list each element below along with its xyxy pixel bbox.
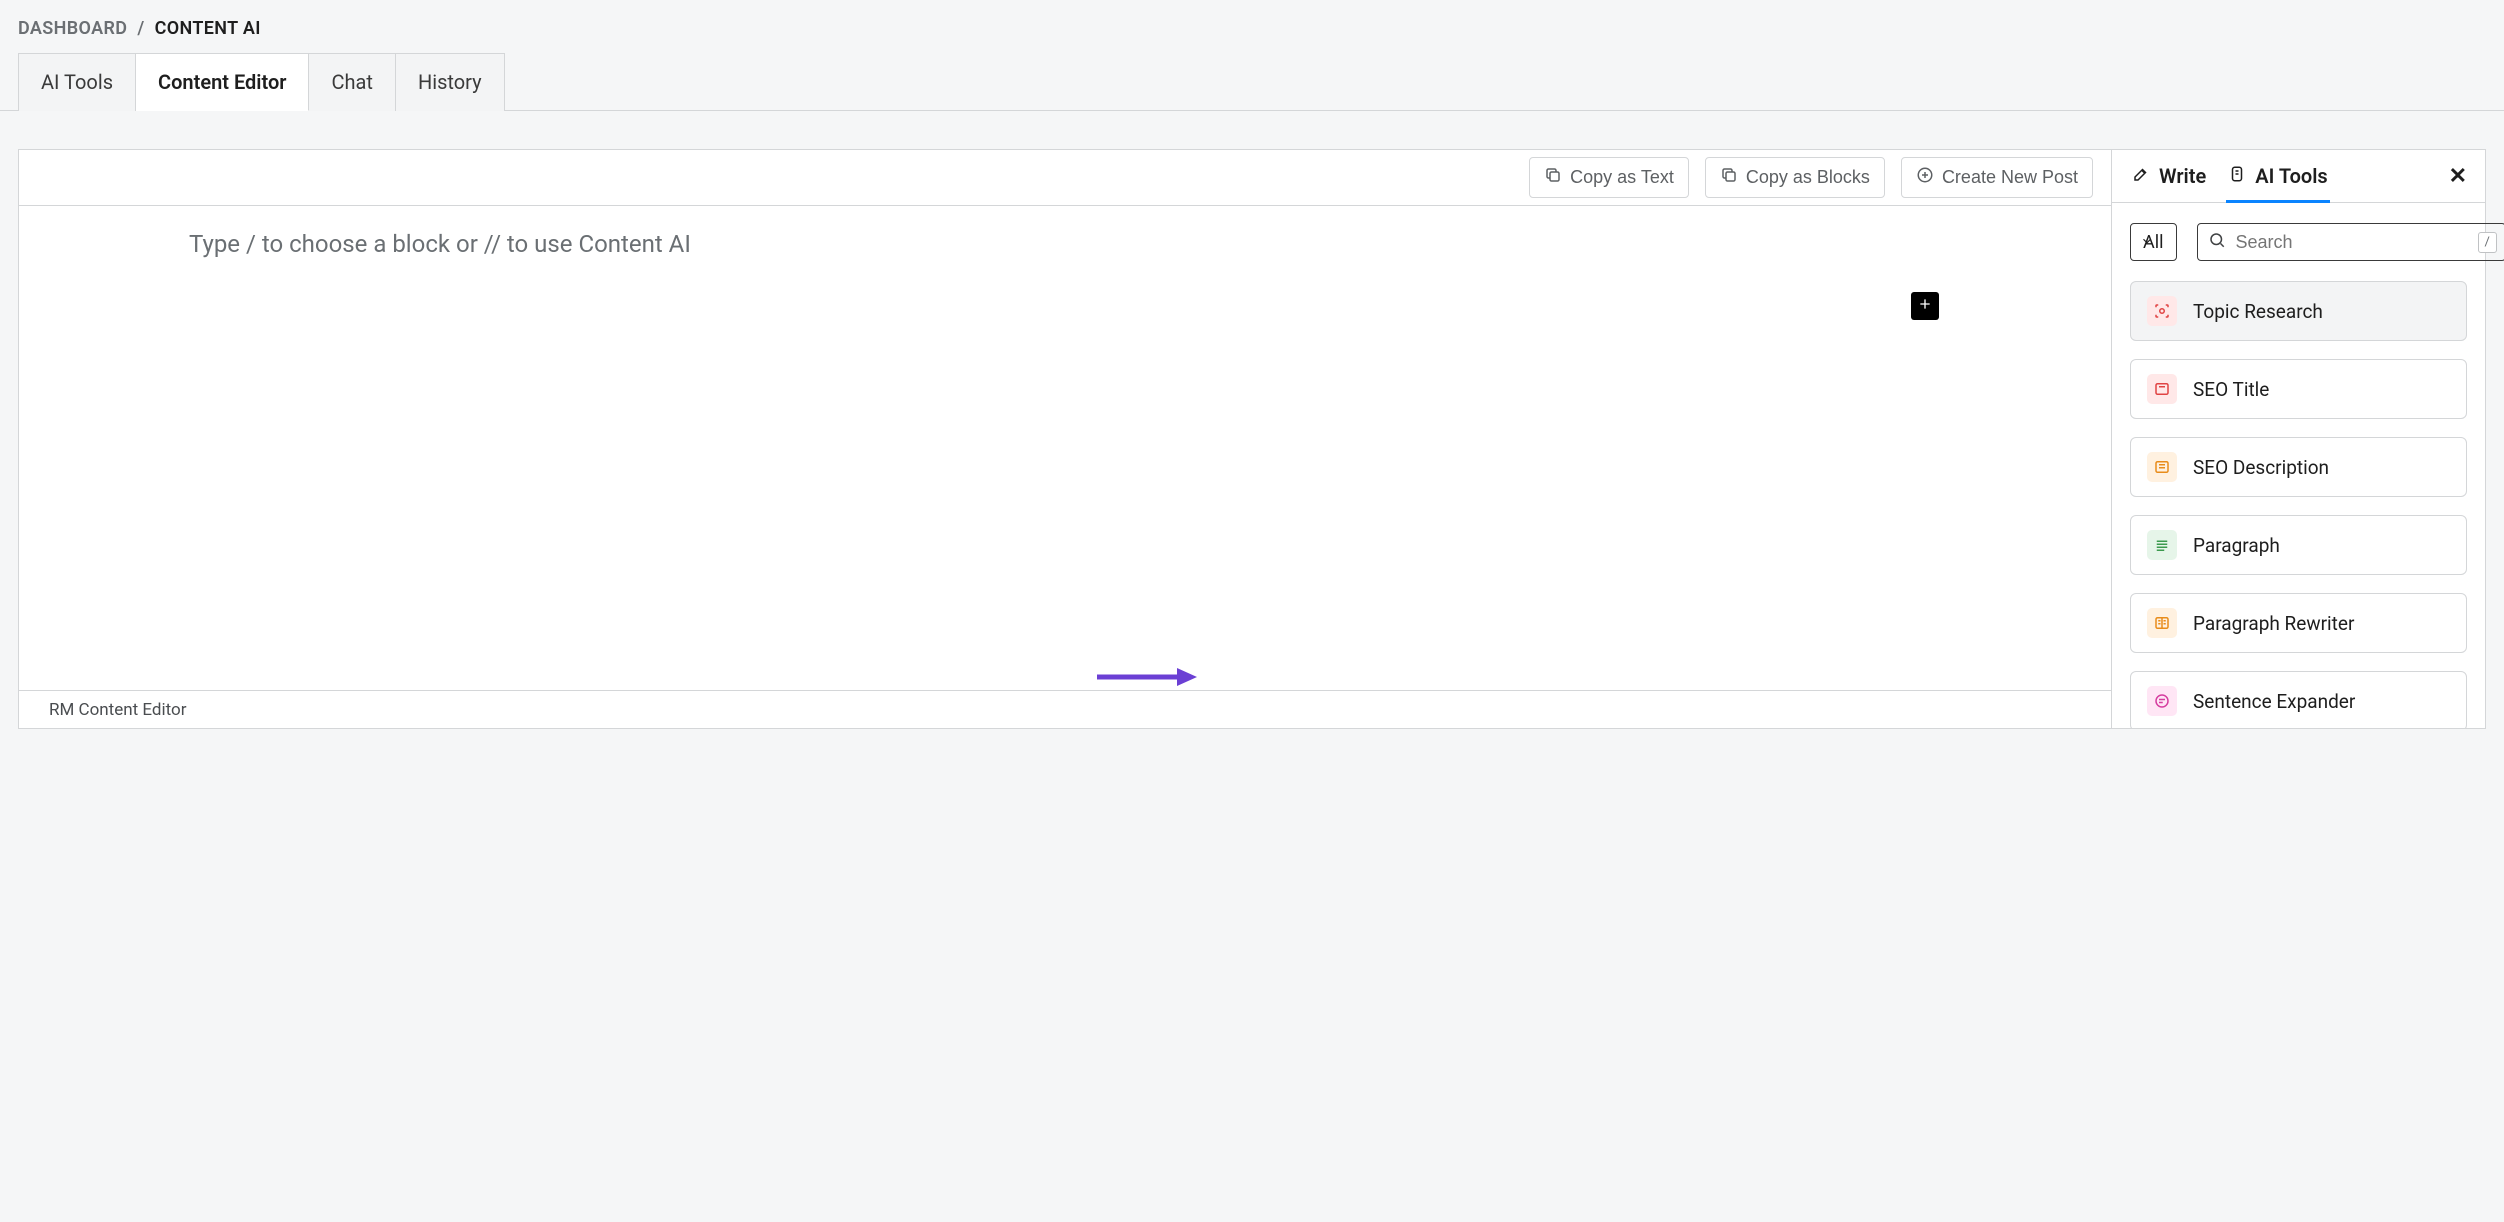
paragraph-icon xyxy=(2147,530,2177,560)
tool-label: SEO Title xyxy=(2193,378,2269,401)
plus-circle-icon xyxy=(1916,166,1934,189)
side-tabs: Write AI Tools ✕ xyxy=(2112,150,2485,203)
main-tabs: AI Tools Content Editor Chat History xyxy=(0,53,2504,111)
create-new-post-button[interactable]: Create New Post xyxy=(1901,157,2093,198)
filter-select[interactable]: All xyxy=(2130,223,2177,261)
add-block-button[interactable] xyxy=(1911,292,1939,320)
tool-label: Paragraph Rewriter xyxy=(2193,612,2354,635)
editor-column: Copy as Text Copy as Blocks Create New P… xyxy=(19,150,2111,728)
plus-icon xyxy=(1917,296,1933,316)
editor-placeholder: Type / to choose a block or // to use Co… xyxy=(189,230,1941,258)
tool-label: SEO Description xyxy=(2193,456,2329,479)
ai-tools-icon xyxy=(2228,164,2246,188)
close-icon: ✕ xyxy=(2449,164,2467,189)
copy-icon xyxy=(1720,166,1738,189)
create-new-post-label: Create New Post xyxy=(1942,167,2078,188)
side-tab-write-label: Write xyxy=(2159,164,2206,188)
title-icon xyxy=(2147,374,2177,404)
book-icon xyxy=(2147,608,2177,638)
tool-label: Paragraph xyxy=(2193,534,2280,557)
copy-as-text-button[interactable]: Copy as Text xyxy=(1529,157,1689,198)
side-tab-ai-tools-label: AI Tools xyxy=(2255,164,2327,188)
tab-ai-tools[interactable]: AI Tools xyxy=(18,53,136,111)
search-input-wrap[interactable]: / xyxy=(2197,223,2504,261)
tool-label: Sentence Expander xyxy=(2193,690,2355,713)
side-tab-ai-tools[interactable]: AI Tools xyxy=(2226,150,2329,202)
write-icon xyxy=(2132,164,2150,188)
search-input[interactable] xyxy=(2226,232,2478,253)
tab-chat[interactable]: Chat xyxy=(309,53,395,111)
tab-history[interactable]: History xyxy=(396,53,505,111)
copy-as-blocks-button[interactable]: Copy as Blocks xyxy=(1705,157,1885,198)
editor-footer-label: RM Content Editor xyxy=(49,700,187,720)
editor-toolbar: Copy as Text Copy as Blocks Create New P… xyxy=(19,150,2111,206)
tool-paragraph[interactable]: Paragraph xyxy=(2130,515,2467,575)
copy-as-text-label: Copy as Text xyxy=(1570,167,1674,188)
tool-seo-title[interactable]: SEO Title xyxy=(2130,359,2467,419)
tab-content-editor[interactable]: Content Editor xyxy=(136,53,309,111)
tool-label: Topic Research xyxy=(2193,300,2323,323)
tool-seo-description[interactable]: SEO Description xyxy=(2130,437,2467,497)
workspace: Copy as Text Copy as Blocks Create New P… xyxy=(18,149,2486,729)
filter-value: All xyxy=(2131,232,2176,253)
side-panel: Write AI Tools ✕ All xyxy=(2111,150,2485,728)
breadcrumb: DASHBOARD / CONTENT AI xyxy=(0,12,2504,53)
copy-as-blocks-label: Copy as Blocks xyxy=(1746,167,1870,188)
side-controls: All / xyxy=(2112,203,2485,281)
ai-tool-list: Topic Research SEO Title SEO Description xyxy=(2112,281,2485,728)
expand-icon xyxy=(2147,686,2177,716)
scan-icon xyxy=(2147,296,2177,326)
search-kbd-hint: / xyxy=(2478,232,2497,253)
tool-sentence-expander[interactable]: Sentence Expander xyxy=(2130,671,2467,728)
copy-icon xyxy=(1544,166,1562,189)
search-icon xyxy=(2198,231,2226,253)
editor-body[interactable]: Type / to choose a block or // to use Co… xyxy=(19,206,2111,690)
side-close-button[interactable]: ✕ xyxy=(2449,164,2467,189)
tool-paragraph-rewriter[interactable]: Paragraph Rewriter xyxy=(2130,593,2467,653)
breadcrumb-root[interactable]: DASHBOARD xyxy=(18,18,127,39)
description-icon xyxy=(2147,452,2177,482)
editor-footer: RM Content Editor xyxy=(19,690,2111,728)
breadcrumb-current: CONTENT AI xyxy=(155,18,261,39)
tool-topic-research[interactable]: Topic Research xyxy=(2130,281,2467,341)
side-tab-write[interactable]: Write xyxy=(2130,150,2208,202)
breadcrumb-sep: / xyxy=(137,18,144,39)
